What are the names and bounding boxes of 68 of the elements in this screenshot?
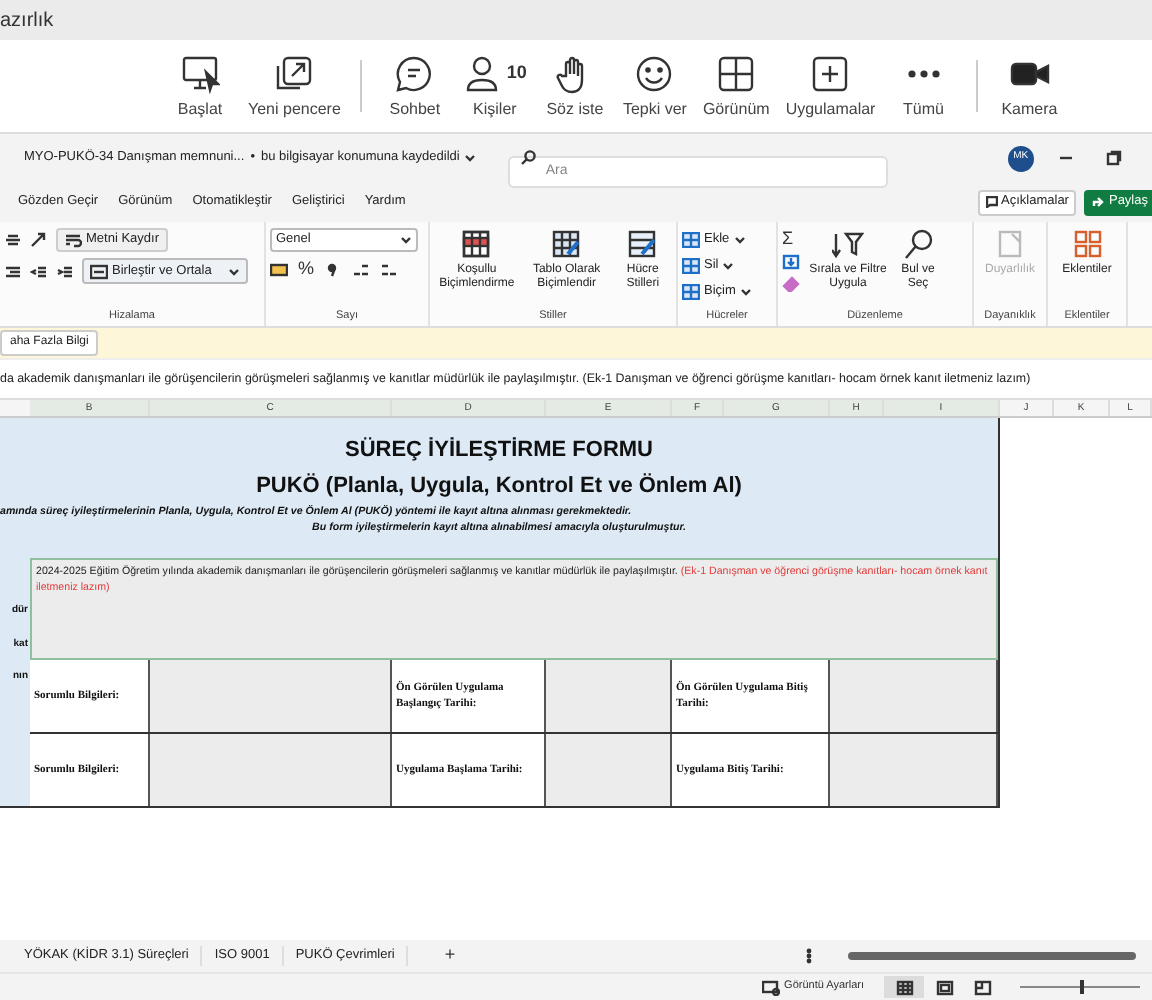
align-center-icon xyxy=(4,232,22,248)
normal-view-button[interactable] xyxy=(884,976,924,998)
grid-view-icon xyxy=(895,979,913,995)
cell-styles-icon xyxy=(626,228,659,260)
monitor-icon xyxy=(180,53,220,93)
format-cells-icon xyxy=(682,283,700,299)
plus-icon xyxy=(810,53,851,93)
new-window-button[interactable]: Yeni pencere xyxy=(240,42,349,130)
people-button[interactable]: 10 Kişiler xyxy=(454,42,535,130)
chevron-down-icon xyxy=(463,154,476,162)
popout-icon xyxy=(274,53,315,93)
page-layout-icon xyxy=(936,979,954,995)
window-title: azırlık xyxy=(0,7,54,35)
display-icon xyxy=(762,979,781,995)
comment-icon xyxy=(985,196,998,208)
wrap-text-icon xyxy=(64,232,82,248)
increase-indent-icon xyxy=(56,263,74,279)
sort-filter-icon xyxy=(832,228,864,260)
input-cell[interactable] xyxy=(830,660,998,732)
camera-button[interactable]: Kamera xyxy=(989,42,1070,130)
fill-icon xyxy=(782,254,800,270)
view-button[interactable]: Görünüm xyxy=(694,42,778,130)
form-subtitle: PUKÖ (Planla, Uygula, Kontrol Et ve Önlem Al) xyxy=(256,471,742,501)
text-orientation-icon xyxy=(30,232,48,248)
chevron-down-icon xyxy=(400,236,412,244)
conditional-format-icon xyxy=(460,228,493,260)
autosum-button[interactable]: Σ xyxy=(782,228,800,248)
increase-decimal-icon xyxy=(352,261,371,277)
search-icon xyxy=(519,150,536,166)
input-cell[interactable] xyxy=(546,660,672,732)
chat-button[interactable]: Sohbet xyxy=(374,42,455,130)
align-right-icon xyxy=(4,263,22,279)
grid-icon xyxy=(716,53,757,93)
smiley-icon xyxy=(634,53,675,93)
add-ins-icon xyxy=(1071,228,1103,260)
merge-cells-icon xyxy=(90,263,108,279)
page-break-icon xyxy=(974,979,992,995)
person-icon xyxy=(462,53,503,93)
add-sheet-button[interactable]: + xyxy=(444,942,456,970)
table-format-icon xyxy=(550,228,583,260)
form-title: SÜREÇ İYİLEŞTİRME FORMU xyxy=(344,435,653,466)
decrease-indent-icon xyxy=(30,263,48,279)
chat-bubble-icon xyxy=(394,53,435,93)
insert-cells-icon xyxy=(682,231,700,247)
more-dots-icon xyxy=(907,69,940,77)
chevron-down-icon xyxy=(739,287,752,295)
currency-icon xyxy=(270,261,288,277)
react-button[interactable]: Tepki ver xyxy=(614,42,695,130)
eraser-icon xyxy=(782,276,800,292)
input-cell[interactable] xyxy=(546,734,672,806)
search-icon xyxy=(902,228,934,260)
share-arrow-icon xyxy=(1092,196,1105,208)
decrease-decimal-icon xyxy=(380,261,399,277)
raise-hand-button[interactable]: Söz iste xyxy=(534,42,615,130)
more-button[interactable]: Tümü xyxy=(883,42,964,130)
input-cell[interactable] xyxy=(150,734,392,806)
chevron-down-icon xyxy=(722,261,735,269)
input-cell[interactable] xyxy=(830,734,998,806)
delete-cells-icon xyxy=(682,257,700,273)
input-cell[interactable] xyxy=(150,660,392,732)
restore-icon xyxy=(1105,150,1122,166)
apps-button[interactable]: Uygulamalar xyxy=(777,42,884,130)
sensitivity-icon xyxy=(994,228,1026,260)
percent-button[interactable]: % xyxy=(298,260,315,278)
chevron-down-icon xyxy=(733,235,746,243)
chevron-down-icon xyxy=(227,267,240,275)
more-options-icon xyxy=(806,948,812,964)
share-button[interactable]: Başlat xyxy=(160,42,240,130)
